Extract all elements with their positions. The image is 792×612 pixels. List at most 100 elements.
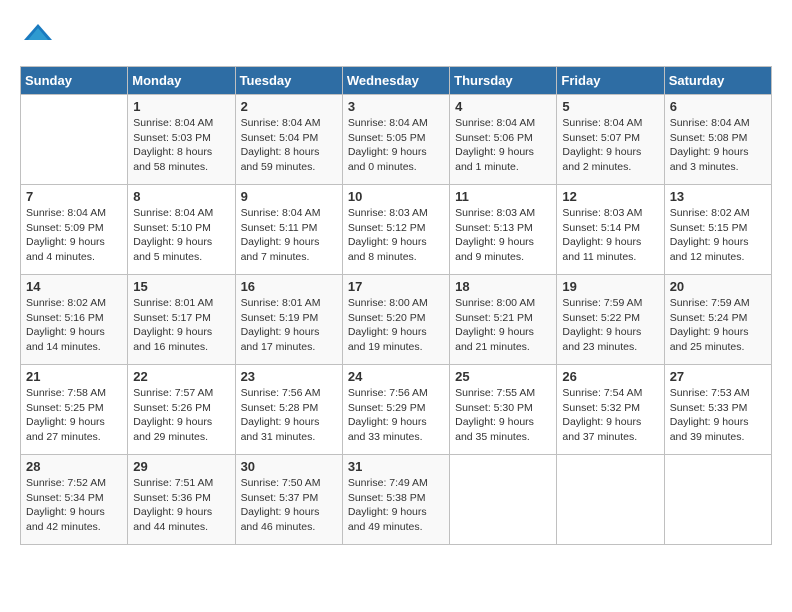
day-cell: 24 Sunrise: 7:56 AMSunset: 5:29 PMDayligh… — [342, 365, 449, 455]
day-number: 3 — [348, 99, 444, 114]
day-number: 10 — [348, 189, 444, 204]
day-number: 21 — [26, 369, 122, 384]
day-cell: 28 Sunrise: 7:52 AMSunset: 5:34 PMDayligh… — [21, 455, 128, 545]
day-number: 17 — [348, 279, 444, 294]
day-number: 6 — [670, 99, 766, 114]
day-number: 26 — [562, 369, 658, 384]
day-info: Sunrise: 8:01 AMSunset: 5:19 PMDaylight:… — [241, 296, 337, 355]
day-info: Sunrise: 8:03 AMSunset: 5:12 PMDaylight:… — [348, 206, 444, 265]
day-number: 2 — [241, 99, 337, 114]
day-number: 20 — [670, 279, 766, 294]
week-row-4: 21 Sunrise: 7:58 AMSunset: 5:25 PMDayligh… — [21, 365, 772, 455]
day-info: Sunrise: 8:04 AMSunset: 5:07 PMDaylight:… — [562, 116, 658, 175]
day-info: Sunrise: 8:04 AMSunset: 5:05 PMDaylight:… — [348, 116, 444, 175]
weekday-header-saturday: Saturday — [664, 67, 771, 95]
day-cell: 8 Sunrise: 8:04 AMSunset: 5:10 PMDaylight… — [128, 185, 235, 275]
day-info: Sunrise: 7:51 AMSunset: 5:36 PMDaylight:… — [133, 476, 229, 535]
week-row-2: 7 Sunrise: 8:04 AMSunset: 5:09 PMDaylight… — [21, 185, 772, 275]
day-cell: 1 Sunrise: 8:04 AMSunset: 5:03 PMDaylight… — [128, 95, 235, 185]
day-cell — [450, 455, 557, 545]
day-cell: 29 Sunrise: 7:51 AMSunset: 5:36 PMDayligh… — [128, 455, 235, 545]
day-number: 7 — [26, 189, 122, 204]
page-header — [20, 20, 772, 56]
day-cell — [664, 455, 771, 545]
day-cell: 31 Sunrise: 7:49 AMSunset: 5:38 PMDayligh… — [342, 455, 449, 545]
day-info: Sunrise: 8:02 AMSunset: 5:16 PMDaylight:… — [26, 296, 122, 355]
day-number: 30 — [241, 459, 337, 474]
day-info: Sunrise: 7:59 AMSunset: 5:24 PMDaylight:… — [670, 296, 766, 355]
week-row-3: 14 Sunrise: 8:02 AMSunset: 5:16 PMDayligh… — [21, 275, 772, 365]
day-info: Sunrise: 7:54 AMSunset: 5:32 PMDaylight:… — [562, 386, 658, 445]
day-info: Sunrise: 7:58 AMSunset: 5:25 PMDaylight:… — [26, 386, 122, 445]
week-row-5: 28 Sunrise: 7:52 AMSunset: 5:34 PMDayligh… — [21, 455, 772, 545]
day-cell: 21 Sunrise: 7:58 AMSunset: 5:25 PMDayligh… — [21, 365, 128, 455]
day-info: Sunrise: 8:04 AMSunset: 5:04 PMDaylight:… — [241, 116, 337, 175]
day-number: 12 — [562, 189, 658, 204]
day-cell: 18 Sunrise: 8:00 AMSunset: 5:21 PMDayligh… — [450, 275, 557, 365]
weekday-header-friday: Friday — [557, 67, 664, 95]
day-cell: 5 Sunrise: 8:04 AMSunset: 5:07 PMDaylight… — [557, 95, 664, 185]
day-cell: 12 Sunrise: 8:03 AMSunset: 5:14 PMDayligh… — [557, 185, 664, 275]
day-cell: 9 Sunrise: 8:04 AMSunset: 5:11 PMDaylight… — [235, 185, 342, 275]
week-row-1: 1 Sunrise: 8:04 AMSunset: 5:03 PMDaylight… — [21, 95, 772, 185]
day-cell: 4Sunrise: 8:04 AMSunset: 5:06 PMDaylight… — [450, 95, 557, 185]
day-number: 27 — [670, 369, 766, 384]
day-cell: 2 Sunrise: 8:04 AMSunset: 5:04 PMDaylight… — [235, 95, 342, 185]
day-info: Sunrise: 8:04 AMSunset: 5:11 PMDaylight:… — [241, 206, 337, 265]
day-cell — [21, 95, 128, 185]
day-number: 16 — [241, 279, 337, 294]
day-number: 24 — [348, 369, 444, 384]
day-info: Sunrise: 7:52 AMSunset: 5:34 PMDaylight:… — [26, 476, 122, 535]
day-info: Sunrise: 7:59 AMSunset: 5:22 PMDaylight:… — [562, 296, 658, 355]
weekday-header-row: SundayMondayTuesdayWednesdayThursdayFrid… — [21, 67, 772, 95]
day-info: Sunrise: 8:00 AMSunset: 5:21 PMDaylight:… — [455, 296, 551, 355]
day-info: Sunrise: 8:00 AMSunset: 5:20 PMDaylight:… — [348, 296, 444, 355]
day-info: Sunrise: 7:49 AMSunset: 5:38 PMDaylight:… — [348, 476, 444, 535]
day-info: Sunrise: 8:01 AMSunset: 5:17 PMDaylight:… — [133, 296, 229, 355]
day-number: 19 — [562, 279, 658, 294]
day-info: Sunrise: 7:56 AMSunset: 5:28 PMDaylight:… — [241, 386, 337, 445]
day-cell: 23Sunrise: 7:56 AMSunset: 5:28 PMDayligh… — [235, 365, 342, 455]
day-info: Sunrise: 7:56 AMSunset: 5:29 PMDaylight:… — [348, 386, 444, 445]
day-cell: 3 Sunrise: 8:04 AMSunset: 5:05 PMDaylight… — [342, 95, 449, 185]
day-info: Sunrise: 7:55 AMSunset: 5:30 PMDaylight:… — [455, 386, 551, 445]
day-number: 25 — [455, 369, 551, 384]
day-info: Sunrise: 8:03 AMSunset: 5:14 PMDaylight:… — [562, 206, 658, 265]
day-number: 22 — [133, 369, 229, 384]
logo-icon — [20, 20, 56, 56]
day-info: Sunrise: 8:03 AMSunset: 5:13 PMDaylight:… — [455, 206, 551, 265]
day-cell: 13Sunrise: 8:02 AMSunset: 5:15 PMDayligh… — [664, 185, 771, 275]
day-info: Sunrise: 8:04 AMSunset: 5:03 PMDaylight:… — [133, 116, 229, 175]
day-info: Sunrise: 8:04 AMSunset: 5:10 PMDaylight:… — [133, 206, 229, 265]
day-info: Sunrise: 8:04 AMSunset: 5:08 PMDaylight:… — [670, 116, 766, 175]
day-info: Sunrise: 7:53 AMSunset: 5:33 PMDaylight:… — [670, 386, 766, 445]
day-number: 8 — [133, 189, 229, 204]
day-number: 5 — [562, 99, 658, 114]
day-cell: 20 Sunrise: 7:59 AMSunset: 5:24 PMDayligh… — [664, 275, 771, 365]
day-info: Sunrise: 7:50 AMSunset: 5:37 PMDaylight:… — [241, 476, 337, 535]
day-number: 15 — [133, 279, 229, 294]
weekday-header-tuesday: Tuesday — [235, 67, 342, 95]
day-number: 1 — [133, 99, 229, 114]
weekday-header-sunday: Sunday — [21, 67, 128, 95]
day-number: 31 — [348, 459, 444, 474]
day-cell: 10 Sunrise: 8:03 AMSunset: 5:12 PMDayligh… — [342, 185, 449, 275]
day-info: Sunrise: 8:04 AMSunset: 5:06 PMDaylight:… — [455, 116, 551, 175]
day-number: 9 — [241, 189, 337, 204]
day-cell: 14 Sunrise: 8:02 AMSunset: 5:16 PMDayligh… — [21, 275, 128, 365]
day-cell — [557, 455, 664, 545]
day-number: 28 — [26, 459, 122, 474]
day-cell: 17 Sunrise: 8:00 AMSunset: 5:20 PMDayligh… — [342, 275, 449, 365]
logo — [20, 20, 62, 56]
day-cell: 6 Sunrise: 8:04 AMSunset: 5:08 PMDaylight… — [664, 95, 771, 185]
weekday-header-thursday: Thursday — [450, 67, 557, 95]
day-number: 11 — [455, 189, 551, 204]
day-number: 18 — [455, 279, 551, 294]
day-cell: 22Sunrise: 7:57 AMSunset: 5:26 PMDayligh… — [128, 365, 235, 455]
day-number: 29 — [133, 459, 229, 474]
day-info: Sunrise: 8:04 AMSunset: 5:09 PMDaylight:… — [26, 206, 122, 265]
day-cell: 19 Sunrise: 7:59 AMSunset: 5:22 PMDayligh… — [557, 275, 664, 365]
day-number: 14 — [26, 279, 122, 294]
day-cell: 16 Sunrise: 8:01 AMSunset: 5:19 PMDayligh… — [235, 275, 342, 365]
day-cell: 7 Sunrise: 8:04 AMSunset: 5:09 PMDaylight… — [21, 185, 128, 275]
